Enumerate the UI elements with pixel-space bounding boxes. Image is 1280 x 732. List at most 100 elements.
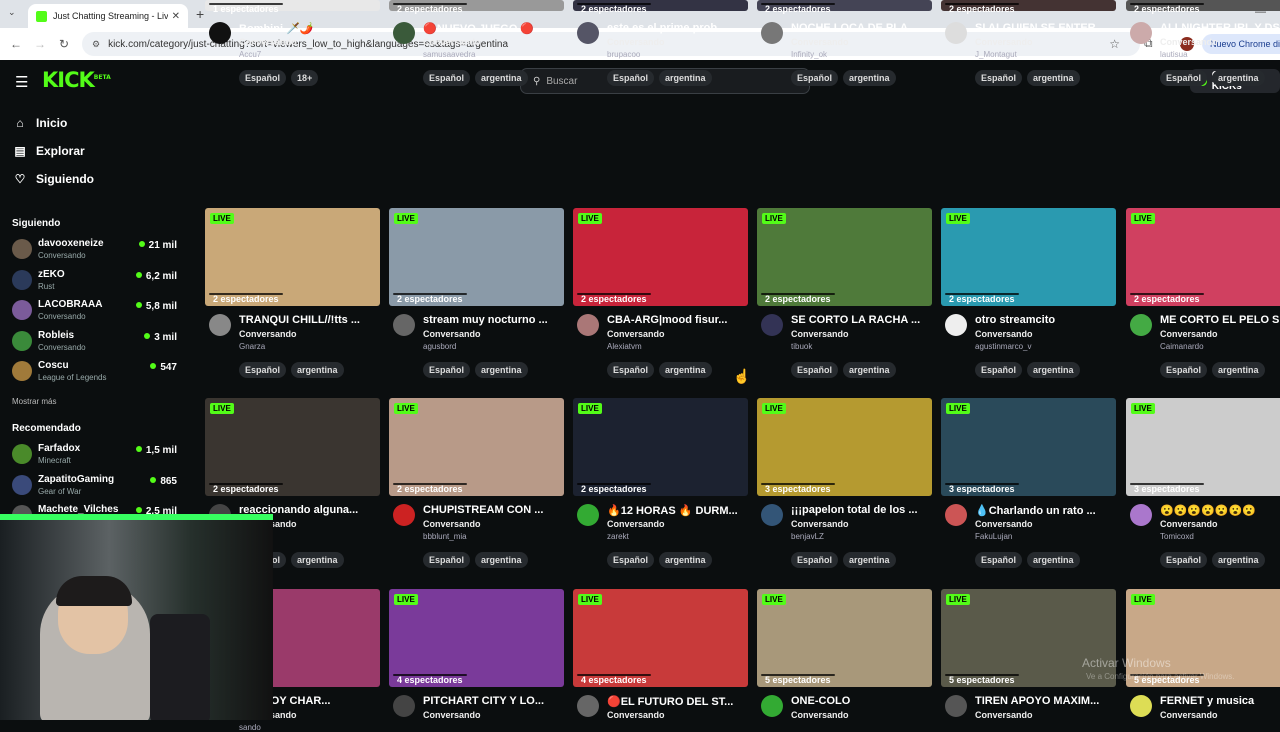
- stream-category[interactable]: Conversando: [1160, 710, 1218, 720]
- channel-avatar[interactable]: [1130, 22, 1152, 44]
- tag-chip[interactable]: argentina: [475, 70, 528, 86]
- channel-avatar[interactable]: [393, 695, 415, 717]
- channel-avatar[interactable]: [761, 22, 783, 44]
- channel-avatar[interactable]: [945, 695, 967, 717]
- stream-category[interactable]: Conversando: [791, 37, 849, 47]
- streamer-name[interactable]: Alexiatvm: [607, 342, 642, 351]
- stream-thumbnail[interactable]: LIVE: [389, 398, 564, 496]
- new-tab-icon[interactable]: +: [196, 6, 204, 22]
- channel-avatar[interactable]: [945, 314, 967, 336]
- stream-thumbnail[interactable]: LIVE: [205, 208, 380, 306]
- streamer-name[interactable]: bbblunt_mia: [423, 532, 467, 541]
- stream-title[interactable]: stream muy nocturno ...: [423, 314, 564, 326]
- channel-avatar[interactable]: [577, 22, 599, 44]
- stream-title[interactable]: TIREN APOYO MAXIM...: [975, 695, 1116, 707]
- show-more-link[interactable]: Mostrar más: [12, 397, 56, 406]
- channel-avatar[interactable]: [945, 22, 967, 44]
- tag-chip[interactable]: argentina: [475, 362, 528, 378]
- stream-category[interactable]: Conversando: [791, 710, 849, 720]
- tag-chip[interactable]: argentina: [843, 552, 896, 568]
- browser-tab[interactable]: Just Chatting Streaming - Live ✕: [28, 4, 188, 28]
- stream-title[interactable]: FERNET y musica: [1160, 695, 1280, 707]
- channel-avatar[interactable]: [209, 22, 231, 44]
- tag-chip[interactable]: argentina: [659, 362, 712, 378]
- tag-chip[interactable]: 18+: [291, 70, 319, 86]
- close-tab-icon[interactable]: ✕: [172, 11, 180, 22]
- stream-title[interactable]: 🔴EL FUTURO DEL ST...: [607, 695, 748, 708]
- tag-chip[interactable]: Español: [607, 362, 655, 378]
- stream-title[interactable]: CBA-ARG|mood fisur...: [607, 314, 748, 326]
- channel-avatar[interactable]: [761, 695, 783, 717]
- streamer-name[interactable]: Caimanardo: [1160, 342, 1204, 351]
- streamer-name[interactable]: Accu7: [239, 50, 261, 59]
- stream-category[interactable]: Conversando: [239, 37, 297, 47]
- stream-thumbnail[interactable]: LIVE: [1126, 398, 1280, 496]
- stream-category[interactable]: Conversando: [607, 519, 665, 529]
- stream-title[interactable]: SE CORTO LA RACHA ...: [791, 314, 932, 326]
- stream-category[interactable]: Conversando: [239, 329, 297, 339]
- tab-search-icon[interactable]: ⌄: [8, 7, 16, 18]
- stream-title[interactable]: SI ALGUIEN SE ENTER...: [975, 22, 1116, 34]
- stream-category[interactable]: Conversando: [423, 329, 481, 339]
- channel-avatar[interactable]: [1130, 695, 1152, 717]
- following-channel[interactable]: Robleis Conversando 3 mil: [12, 328, 177, 358]
- menu-icon[interactable]: ☰: [15, 73, 28, 91]
- tag-chip[interactable]: Español: [1160, 552, 1208, 568]
- tag-chip[interactable]: argentina: [1212, 362, 1265, 378]
- stream-thumbnail[interactable]: LIVE: [757, 589, 932, 687]
- stream-title[interactable]: este es el prime prob...: [607, 22, 748, 34]
- following-channel[interactable]: LACOBRAAA Conversando 5,8 mil: [12, 297, 177, 327]
- streamer-name[interactable]: agusbord: [423, 342, 456, 351]
- stream-title[interactable]: 😮😮😮😮😮😮😮: [1160, 504, 1280, 517]
- stream-category[interactable]: Conversando: [423, 519, 481, 529]
- nav-inicio[interactable]: ⌂ Inicio: [12, 116, 67, 130]
- channel-avatar[interactable]: [393, 314, 415, 336]
- tag-chip[interactable]: Español: [975, 362, 1023, 378]
- bookmark-star-icon[interactable]: ☆: [1109, 37, 1120, 51]
- stream-category[interactable]: Conversando: [975, 710, 1033, 720]
- stream-title[interactable]: 🔴NUEVO JUEGO 🔴...: [423, 22, 564, 35]
- stream-title[interactable]: 💧Charlando un rato ...: [975, 504, 1116, 517]
- stream-thumbnail[interactable]: LIVE: [389, 589, 564, 687]
- tag-chip[interactable]: Español: [239, 362, 287, 378]
- tag-chip[interactable]: argentina: [1027, 362, 1080, 378]
- stream-title[interactable]: NOCHE LOCA DE PLA...: [791, 22, 932, 34]
- tag-chip[interactable]: argentina: [659, 70, 712, 86]
- stream-category[interactable]: Conversando: [423, 37, 481, 47]
- stream-category[interactable]: Conversando: [607, 329, 665, 339]
- tag-chip[interactable]: argentina: [291, 552, 344, 568]
- tag-chip[interactable]: argentina: [1212, 70, 1265, 86]
- stream-category[interactable]: Conversando: [607, 710, 665, 720]
- channel-avatar[interactable]: [577, 504, 599, 526]
- back-icon[interactable]: ←: [4, 37, 28, 51]
- streamer-name[interactable]: Infinity_ok: [791, 50, 827, 59]
- stream-title[interactable]: ALLNIGHTER IRL Y DS: [1160, 22, 1280, 34]
- stream-thumbnail[interactable]: LIVE: [757, 398, 932, 496]
- stream-title[interactable]: 🔥12 HORAS 🔥 DURM...: [607, 504, 748, 517]
- tag-chip[interactable]: Español: [975, 70, 1023, 86]
- reload-icon[interactable]: ↻: [52, 37, 76, 51]
- tag-chip[interactable]: argentina: [291, 362, 344, 378]
- channel-avatar[interactable]: [577, 314, 599, 336]
- tag-chip[interactable]: Español: [239, 70, 287, 86]
- tag-chip[interactable]: Español: [1160, 362, 1208, 378]
- stream-title[interactable]: Bombini 🗡️🌶️: [239, 22, 380, 35]
- channel-avatar[interactable]: [393, 504, 415, 526]
- forward-icon[interactable]: →: [28, 37, 52, 51]
- stream-thumbnail[interactable]: LIVE: [389, 208, 564, 306]
- tag-chip[interactable]: Español: [791, 362, 839, 378]
- channel-avatar[interactable]: [761, 314, 783, 336]
- streamer-name[interactable]: Tomicoxd: [1160, 532, 1194, 541]
- tag-chip[interactable]: argentina: [843, 362, 896, 378]
- stream-category[interactable]: Conversando: [975, 329, 1033, 339]
- channel-avatar[interactable]: [761, 504, 783, 526]
- tag-chip[interactable]: Español: [423, 70, 471, 86]
- tag-chip[interactable]: Español: [791, 70, 839, 86]
- channel-avatar[interactable]: [577, 695, 599, 717]
- stream-title[interactable]: ONE-COLO: [791, 695, 932, 707]
- site-info-icon[interactable]: ⚙: [92, 39, 100, 50]
- streamer-name[interactable]: FakuLujan: [975, 532, 1012, 541]
- stream-title[interactable]: CHUPISTREAM CON ...: [423, 504, 564, 516]
- recommended-channel[interactable]: Farfadox Minecraft 1,5 mil: [12, 441, 177, 471]
- stream-category[interactable]: Conversando: [607, 37, 665, 47]
